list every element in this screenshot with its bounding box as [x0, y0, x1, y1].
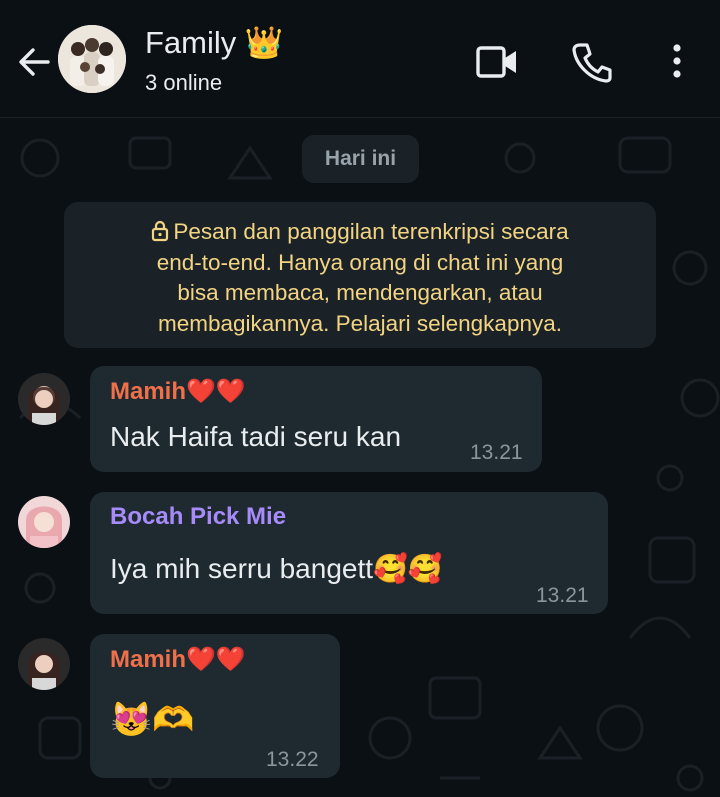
- smiling-hearts-emoji: 🥰🥰: [373, 553, 443, 584]
- notice-line: end-to-end. Hanya orang di chat ini yang: [156, 249, 564, 275]
- notice-line: bisa membaca, mendengarkan, atau: [177, 280, 543, 305]
- encryption-notice[interactable]: Pesan dan panggilan terenkripsi secara e…: [64, 202, 656, 348]
- voice-call-icon[interactable]: [570, 40, 614, 84]
- back-arrow-icon[interactable]: [14, 42, 54, 82]
- crown-emoji: 👑: [244, 25, 284, 60]
- lock-icon: [152, 220, 169, 242]
- more-options-icon[interactable]: [655, 40, 699, 84]
- message-text: Iya mih serru bangett: [110, 553, 374, 584]
- chat-title-text: Family: [145, 25, 237, 60]
- sender-name: Mamih: [110, 646, 187, 673]
- notice-line: membagikannya. Pelajari selengkapnya.: [158, 310, 562, 336]
- message-sender[interactable]: Mamih❤️❤️: [110, 645, 246, 674]
- chat-area[interactable]: Hari ini Pesan dan panggilan terenkripsi…: [0, 118, 720, 797]
- notice-line: Pesan dan panggilan terenkripsi secara: [173, 219, 569, 244]
- heart-emoji: ❤️❤️: [186, 646, 246, 673]
- message-bubble[interactable]: Mamih❤️❤️ 😻🫶 13.22: [90, 634, 340, 778]
- message-text-row: Iya mih serru bangett🥰🥰: [110, 552, 443, 585]
- group-avatar[interactable]: [58, 25, 126, 93]
- online-status: 3 online: [145, 70, 223, 95]
- message-bubble[interactable]: Bocah Pick Mie Iya mih serru bangett🥰🥰 1…: [90, 492, 608, 614]
- heart-emoji: ❤️❤️: [186, 378, 246, 405]
- message-time: 13.21: [470, 441, 523, 464]
- chat-header: Family 👑 3 online: [0, 0, 720, 118]
- message-time: 13.22: [266, 748, 319, 771]
- sender-name: Mamih: [110, 378, 187, 405]
- message-sender[interactable]: Bocah Pick Mie: [110, 503, 286, 531]
- date-separator: Hari ini: [302, 135, 419, 183]
- avatar[interactable]: [18, 496, 70, 548]
- avatar[interactable]: [18, 638, 70, 690]
- message-emoji: 😻🫶: [110, 701, 195, 739]
- message-time: 13.21: [536, 584, 589, 607]
- message-sender[interactable]: Mamih❤️❤️: [110, 377, 246, 406]
- message-bubble[interactable]: Mamih❤️❤️ Nak Haifa tadi seru kan 13.21: [90, 366, 542, 472]
- avatar[interactable]: [18, 373, 70, 425]
- chat-title[interactable]: Family 👑: [145, 24, 284, 61]
- video-call-icon[interactable]: [475, 40, 519, 84]
- message-text: Nak Haifa tadi seru kan: [110, 421, 402, 452]
